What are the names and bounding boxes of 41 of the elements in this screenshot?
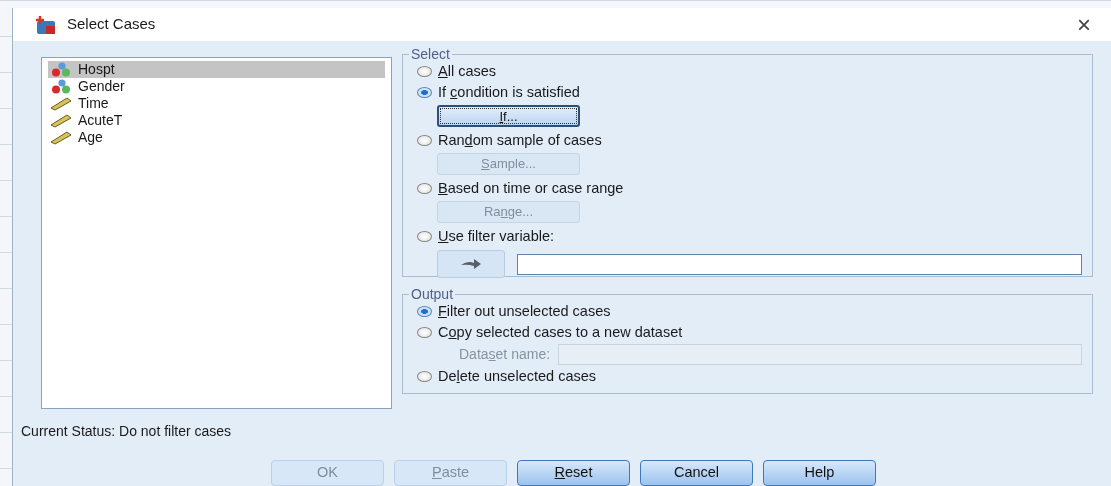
close-button[interactable]: ×	[1071, 11, 1097, 38]
group-title: Select	[410, 47, 451, 61]
variable-item[interactable]: Time	[48, 95, 385, 112]
variable-item[interactable]: Hospt	[48, 61, 385, 78]
radio-button[interactable]	[417, 371, 432, 382]
option-label: Based on time or case range	[438, 178, 624, 198]
variable-item[interactable]: AcuteT	[48, 112, 385, 129]
option-button[interactable]: If...	[437, 105, 580, 127]
group-title: Output	[410, 287, 455, 301]
status-text: Current Status: Do not filter cases	[21, 422, 233, 441]
nominal-icon	[50, 62, 72, 77]
option-label: Filter out unselected cases	[438, 302, 611, 321]
dialog-button[interactable]: Reset	[517, 460, 630, 486]
ruler-icon	[50, 130, 72, 145]
ruler-icon	[50, 96, 72, 111]
option-label: All cases	[438, 61, 497, 81]
variable-item[interactable]: Age	[48, 129, 385, 146]
radio-button[interactable]	[417, 87, 432, 98]
radio-button[interactable]	[417, 66, 432, 77]
arrow-icon	[460, 258, 482, 270]
option-label: Copy selected cases to a new dataset	[438, 322, 683, 342]
option-label: Random sample of cases	[438, 130, 602, 150]
field-label: Dataset name:	[459, 344, 551, 364]
radio-button[interactable]	[417, 231, 432, 242]
nominal-icon	[50, 79, 72, 94]
ruler-icon	[50, 113, 72, 128]
dialog-button[interactable]: Help	[763, 460, 876, 486]
option-label: If condition is satisfied	[438, 82, 580, 102]
radio-button[interactable]	[417, 135, 432, 146]
radio-button[interactable]	[417, 306, 432, 317]
filter-variable-field[interactable]	[517, 253, 1082, 275]
dialog-button[interactable]: Cancel	[640, 460, 753, 486]
variable-item[interactable]: Gender	[48, 78, 385, 95]
move-button[interactable]	[437, 250, 505, 278]
dataset-icon	[35, 14, 57, 35]
window-title: Select Cases	[67, 14, 156, 35]
dataset-name-field[interactable]	[558, 343, 1082, 365]
radio-button[interactable]	[417, 327, 432, 338]
option-label: Use filter variable:	[438, 226, 555, 246]
option-label: Delete unselected cases	[438, 366, 596, 386]
radio-button[interactable]	[417, 183, 432, 194]
